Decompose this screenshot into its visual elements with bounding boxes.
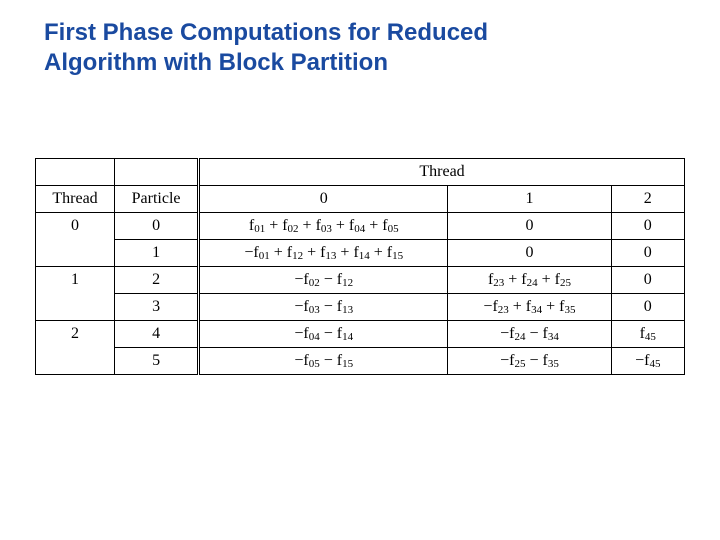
cell-thread bbox=[36, 240, 115, 267]
cell-particle: 4 bbox=[115, 321, 199, 348]
cell-t0: f01 + f02 + f03 + f04 + f05 bbox=[199, 213, 448, 240]
hdr-t2: 2 bbox=[611, 186, 684, 213]
slide-title: First Phase Computations for Reduced Alg… bbox=[0, 0, 720, 78]
table-row: 1 2 −f02 − f12 f23 + f24 + f25 0 bbox=[36, 267, 685, 294]
cell-thread: 2 bbox=[36, 321, 115, 348]
hdr-thread: Thread bbox=[36, 186, 115, 213]
cell-particle: 3 bbox=[115, 294, 199, 321]
cell-t2: −f45 bbox=[611, 348, 684, 375]
cell-t1: −f25 − f35 bbox=[448, 348, 611, 375]
cell-t1: −f23 + f34 + f35 bbox=[448, 294, 611, 321]
cell-t0: −f02 − f12 bbox=[199, 267, 448, 294]
title-line2: Algorithm with Block Partition bbox=[44, 49, 388, 76]
cell-particle: 0 bbox=[115, 213, 199, 240]
cell-thread bbox=[36, 348, 115, 375]
table-row: 3 −f03 − f13 −f23 + f34 + f35 0 bbox=[36, 294, 685, 321]
table-row: 1 −f01 + f12 + f13 + f14 + f15 0 0 bbox=[36, 240, 685, 267]
cell-t0: −f04 − f14 bbox=[199, 321, 448, 348]
cell-t1: −f24 − f34 bbox=[448, 321, 611, 348]
hdr-t0: 0 bbox=[199, 186, 448, 213]
cell-t2: 0 bbox=[611, 240, 684, 267]
hdr-particle: Particle bbox=[115, 186, 199, 213]
cell-thread: 0 bbox=[36, 213, 115, 240]
cell-particle: 2 bbox=[115, 267, 199, 294]
cell-thread bbox=[36, 294, 115, 321]
cell-t2: 0 bbox=[611, 213, 684, 240]
cell-t0: −f03 − f13 bbox=[199, 294, 448, 321]
computations-table: Thread Thread Particle 0 1 2 0 0 f01 + f… bbox=[35, 158, 685, 375]
hdr-particle-col bbox=[115, 159, 199, 186]
cell-t0: −f01 + f12 + f13 + f14 + f15 bbox=[199, 240, 448, 267]
cell-particle: 5 bbox=[115, 348, 199, 375]
cell-t2: 0 bbox=[611, 267, 684, 294]
hdr-t1: 1 bbox=[448, 186, 611, 213]
cell-t1: 0 bbox=[448, 213, 611, 240]
cell-t2: f45 bbox=[611, 321, 684, 348]
cell-thread: 1 bbox=[36, 267, 115, 294]
cell-t2: 0 bbox=[611, 294, 684, 321]
title-line1: First Phase Computations for Reduced bbox=[44, 19, 488, 46]
cell-t1: 0 bbox=[448, 240, 611, 267]
cell-particle: 1 bbox=[115, 240, 199, 267]
table-row: 2 4 −f04 − f14 −f24 − f34 f45 bbox=[36, 321, 685, 348]
table-row: 0 0 f01 + f02 + f03 + f04 + f05 0 0 bbox=[36, 213, 685, 240]
hdr-thread-group: Thread bbox=[199, 159, 685, 186]
hdr-thread-col bbox=[36, 159, 115, 186]
table-row: 5 −f05 − f15 −f25 − f35 −f45 bbox=[36, 348, 685, 375]
cell-t1: f23 + f24 + f25 bbox=[448, 267, 611, 294]
cell-t0: −f05 − f15 bbox=[199, 348, 448, 375]
